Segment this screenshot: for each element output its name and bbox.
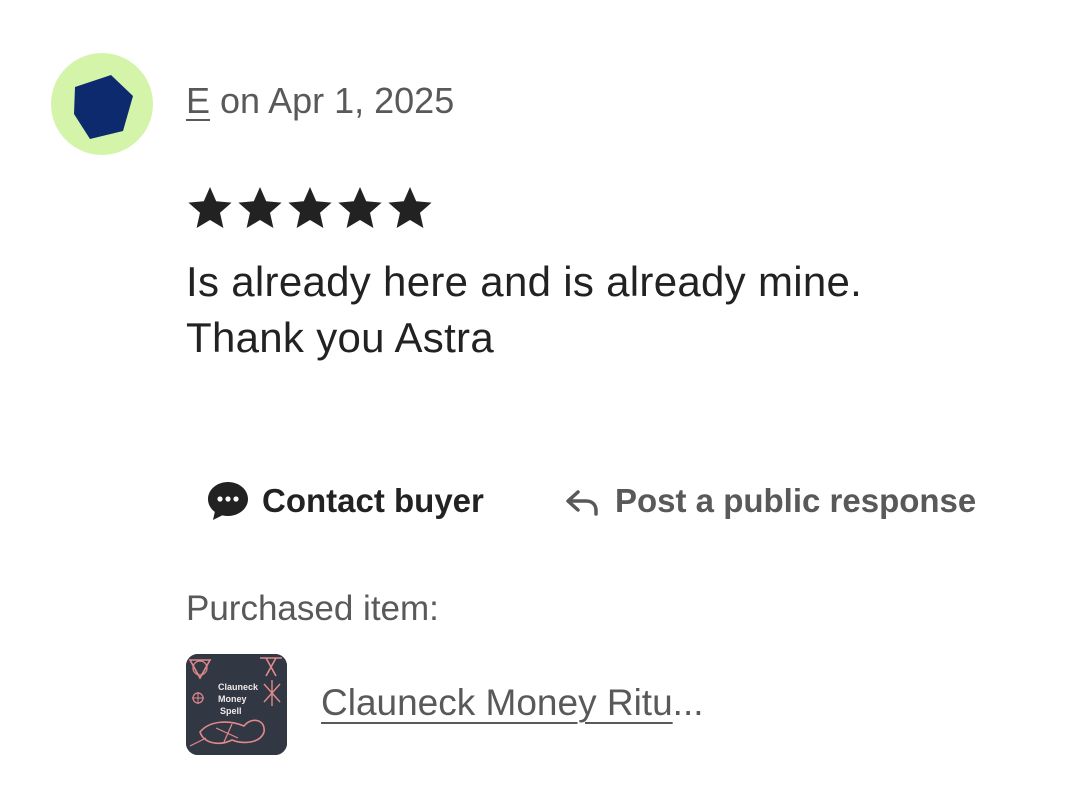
reviewer-name-link[interactable]: E	[186, 80, 210, 121]
review-text: Is already here and is already mine. Tha…	[186, 254, 1046, 366]
star-icon	[338, 187, 382, 228]
thumb-text: Clauneck	[218, 682, 259, 692]
review-text-line: Is already here and is already mine.	[186, 258, 863, 305]
star-icon	[388, 187, 432, 228]
item-thumbnail[interactable]: Clauneck Money Spell	[186, 654, 287, 755]
star-icon	[188, 187, 232, 228]
star-icon	[238, 187, 282, 228]
chat-bubble-icon	[208, 482, 248, 520]
review-text-line: Thank you Astra	[186, 314, 494, 361]
thumb-text: Money	[218, 694, 247, 704]
purchased-item-label: Purchased item:	[186, 589, 439, 628]
contact-buyer-label: Contact buyer	[262, 482, 484, 519]
item-title: Clauneck Money Ritu	[321, 682, 673, 723]
reviewer-avatar[interactable]	[51, 53, 153, 155]
reply-arrow-icon	[566, 490, 598, 516]
pentagon-avatar-icon	[74, 75, 133, 139]
post-public-response-button[interactable]: Post a public response	[563, 478, 976, 524]
review-date: on Apr 1, 2025	[210, 80, 455, 121]
review-header: E on Apr 1, 2025	[186, 80, 454, 122]
item-title-link[interactable]: Clauneck Money Ritu...	[321, 682, 704, 724]
item-title-ellipsis: ...	[672, 682, 704, 723]
star-icon	[288, 187, 332, 228]
star-rating	[186, 184, 434, 232]
thumb-text: Spell	[220, 706, 242, 716]
post-public-response-label: Post a public response	[615, 482, 977, 519]
item-thumbnail-image: Clauneck Money Spell	[186, 654, 287, 755]
contact-buyer-button[interactable]: Contact buyer	[206, 478, 484, 524]
